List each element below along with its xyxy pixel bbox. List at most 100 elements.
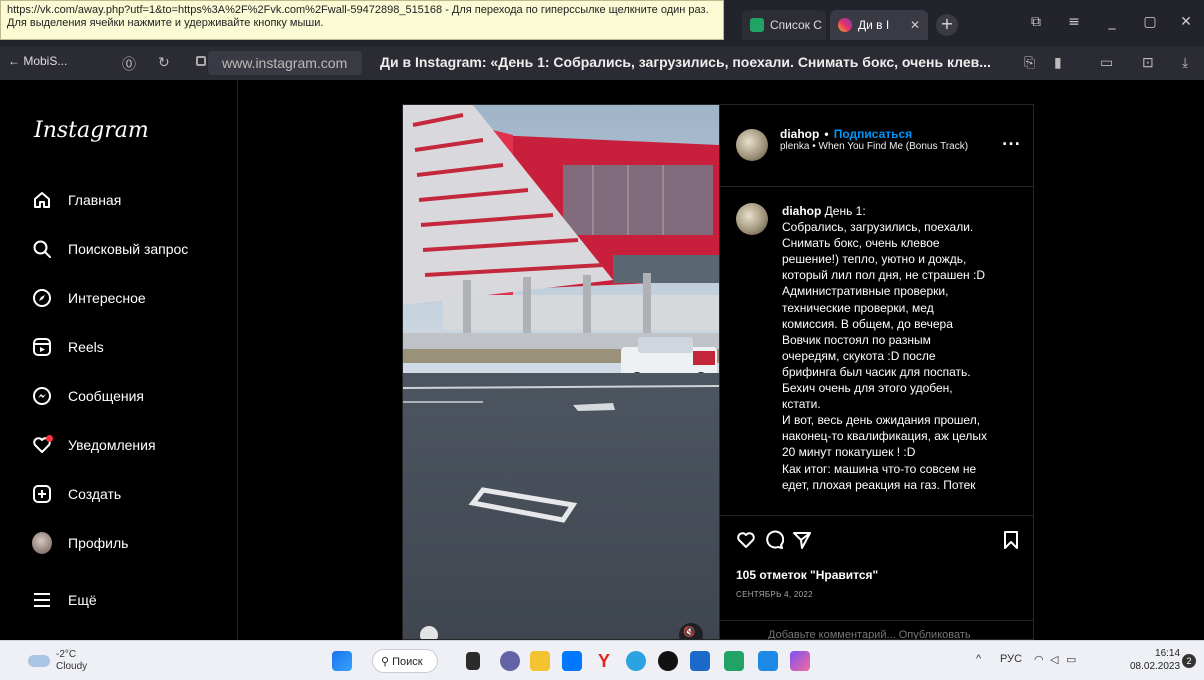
file-explorer-icon[interactable] bbox=[530, 651, 550, 671]
bookmark-icon[interactable]: ▮ bbox=[1054, 54, 1062, 71]
mute-icon[interactable]: 🔇 bbox=[683, 627, 699, 639]
nav-label: Создать bbox=[68, 486, 122, 502]
nav-label: Reels bbox=[68, 339, 104, 355]
teams-icon[interactable] bbox=[500, 651, 520, 671]
battery-saver-icon[interactable]: ▭ bbox=[1100, 54, 1113, 71]
post-username[interactable]: diahop bbox=[780, 127, 819, 141]
instagram-logo[interactable]: Instagram bbox=[34, 118, 149, 143]
caption-line: День 1: bbox=[824, 204, 866, 218]
avatar[interactable] bbox=[736, 129, 768, 161]
nav-home[interactable]: Главная bbox=[32, 190, 121, 210]
tab-label: Список С bbox=[770, 18, 822, 32]
post-video[interactable]: 🔇 bbox=[403, 105, 719, 639]
page-title: Ди в Instagram: «День 1: Собрались, загр… bbox=[380, 54, 991, 70]
nav-profile[interactable]: Профиль bbox=[32, 532, 129, 554]
caption-line: 20 минут покатушек ! :D bbox=[782, 445, 916, 460]
extensions-icon[interactable]: ⊡ bbox=[1142, 54, 1154, 71]
task-view-icon[interactable] bbox=[466, 652, 480, 670]
security-icon[interactable] bbox=[690, 651, 710, 671]
caption-line: Снимать бокс, очень клевое bbox=[782, 236, 940, 251]
minimize-button[interactable]: _ bbox=[1102, 12, 1122, 32]
post-date: СЕНТЯБРЬ 4, 2022 bbox=[736, 590, 813, 599]
nav-messages[interactable]: Сообщения bbox=[32, 386, 144, 406]
caption-line: Административные проверки, bbox=[782, 284, 949, 299]
taskbar-search[interactable]: ⚲ Поиск bbox=[372, 649, 438, 673]
telegram-icon[interactable] bbox=[626, 651, 646, 671]
comment-input[interactable]: Добавьте комментарий... Опубликовать bbox=[720, 620, 1033, 639]
notification-badge[interactable]: 2 bbox=[1182, 654, 1196, 668]
maximize-button[interactable]: ▢ bbox=[1140, 12, 1160, 32]
share-icon[interactable] bbox=[792, 530, 812, 554]
back-button[interactable]: ← MobiS... bbox=[8, 54, 67, 68]
tooltip-line-2: Для выделения ячейки нажмите и удерживай… bbox=[7, 17, 324, 29]
caption-line: Собрались, загрузились, поехали. bbox=[782, 220, 974, 235]
wifi-icon[interactable]: ◠ bbox=[1034, 653, 1044, 666]
music-link[interactable]: plenka • When You Find Me (Bonus Track) bbox=[780, 141, 970, 153]
nav-search[interactable]: Поисковый запрос bbox=[32, 239, 188, 259]
screen: https://vk.com/away.php?utf=1&to=https%3… bbox=[0, 0, 1204, 680]
caption-line: очередям, скукота :D после bbox=[782, 348, 936, 363]
tab-instagram[interactable]: Ди в I ✕ bbox=[830, 10, 928, 40]
clock[interactable]: 16:14 08.02.2023 bbox=[1130, 647, 1180, 673]
weather-widget[interactable]: -2°C Cloudy bbox=[56, 649, 87, 673]
tab-sheets[interactable]: Список С bbox=[742, 10, 826, 40]
sheets-app-icon[interactable] bbox=[724, 651, 744, 671]
tiktok-icon[interactable] bbox=[658, 651, 678, 671]
nav-more[interactable]: Ещё bbox=[32, 590, 97, 610]
volume-icon[interactable]: ◁ bbox=[1050, 653, 1058, 666]
more-options-icon[interactable]: ... bbox=[1002, 133, 1021, 149]
nav-label: Ещё bbox=[68, 592, 97, 608]
caption-line: брифинга был часик для поспать. bbox=[782, 364, 971, 379]
nav-explore[interactable]: Интересное bbox=[32, 288, 146, 308]
lock-icon bbox=[196, 56, 206, 66]
caption-line: Бехич очень для этого удобен, bbox=[782, 381, 953, 396]
likes-count[interactable]: 105 отметок "Нравится" bbox=[736, 568, 878, 582]
weather-temp: -2°C bbox=[56, 649, 77, 660]
browser-tab-bar: https://vk.com/away.php?utf=1&to=https%3… bbox=[0, 0, 1204, 46]
post-caption: diahop День 1: Собрались, загрузились, п… bbox=[782, 203, 1022, 493]
nav-label: Интересное bbox=[68, 290, 146, 306]
explore-icon bbox=[32, 288, 52, 308]
menu-icon[interactable]: ≡ bbox=[1064, 12, 1084, 32]
windows-start-icon[interactable] bbox=[332, 651, 352, 671]
create-icon bbox=[32, 484, 52, 504]
nav-create[interactable]: Создать bbox=[32, 484, 121, 504]
language-indicator[interactable]: РУС bbox=[1000, 653, 1022, 665]
comment-icon[interactable] bbox=[764, 530, 785, 554]
menu-icon bbox=[32, 590, 52, 610]
close-window-button[interactable]: ✕ bbox=[1176, 12, 1196, 32]
caption-line: Вовчик постоял по разным bbox=[782, 332, 931, 347]
battery-icon[interactable]: ▭ bbox=[1066, 653, 1076, 666]
new-tab-button[interactable]: + bbox=[936, 14, 958, 36]
share-icon[interactable]: ⎘ bbox=[1024, 54, 1035, 71]
avatar[interactable] bbox=[736, 203, 768, 235]
yandex-icon[interactable]: Y bbox=[594, 651, 614, 671]
nav-label: Уведомления bbox=[68, 437, 156, 453]
reload-icon[interactable]: ↻ bbox=[158, 54, 170, 71]
instagram-sidebar: Instagram Главная Поисковый запрос Интер… bbox=[0, 80, 238, 640]
shield-icon[interactable]: ⓪ bbox=[122, 54, 136, 74]
nav-reels[interactable]: Reels bbox=[32, 337, 104, 357]
save-bookmark-icon[interactable] bbox=[1002, 530, 1020, 554]
browser-app-icon[interactable] bbox=[790, 651, 810, 671]
nav-notifications[interactable]: Уведомления bbox=[32, 435, 156, 455]
separator: • bbox=[824, 127, 829, 141]
tab-search-icon[interactable]: ⧉ bbox=[1026, 12, 1046, 32]
instagram-icon bbox=[838, 18, 852, 32]
video-options-icon[interactable] bbox=[423, 627, 435, 639]
docs-icon[interactable] bbox=[758, 651, 778, 671]
caption-username[interactable]: diahop bbox=[782, 204, 821, 218]
race-track-image bbox=[403, 105, 719, 639]
vk-icon[interactable] bbox=[562, 651, 582, 671]
show-hidden-icons[interactable]: ^ bbox=[976, 653, 981, 665]
like-heart-icon[interactable] bbox=[736, 530, 756, 554]
close-tab-icon[interactable]: ✕ bbox=[910, 18, 920, 32]
post-actions: 105 отметок "Нравится" СЕНТЯБРЬ 4, 2022 … bbox=[720, 515, 1033, 639]
search-icon bbox=[32, 239, 52, 259]
nav-label: Профиль bbox=[68, 535, 129, 551]
nav-label: Главная bbox=[68, 192, 122, 208]
url-field[interactable]: www.instagram.com bbox=[208, 51, 362, 75]
heart-icon bbox=[32, 435, 53, 455]
download-icon[interactable]: ⤓ bbox=[1182, 54, 1188, 71]
follow-button[interactable]: Подписаться bbox=[834, 127, 912, 141]
